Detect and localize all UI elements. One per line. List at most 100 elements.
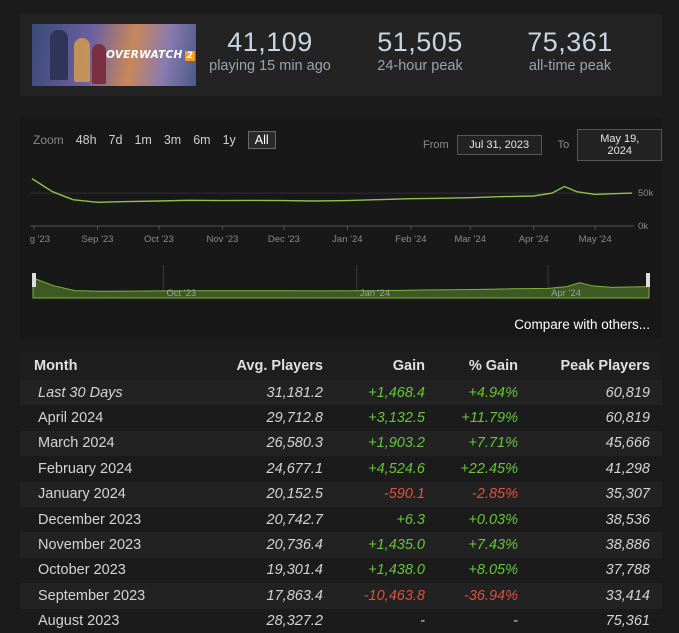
range-navigator[interactable]: Oct '23 Jan '24 Apr '24 [32, 265, 652, 301]
peak-players-cell: 60,819 [605, 384, 650, 401]
peak-players-cell: 75,361 [605, 613, 650, 630]
x-tick-label: Sep '23 [82, 234, 114, 245]
col-avg-players[interactable]: Avg. Players [210, 358, 323, 374]
day-peak-value: 51,505 [377, 27, 463, 57]
pct-gain-cell: +11.79% [461, 410, 518, 427]
zoom-all-button[interactable]: All [247, 131, 276, 149]
day-peak-label: 24-hour peak [377, 58, 463, 74]
table-header: Month Avg. Players Gain % Gain Peak Play… [20, 352, 662, 380]
x-tick-label: Jan '24 [332, 234, 362, 245]
all-time-peak-label: all-time peak [528, 58, 612, 74]
peak-players-cell: 38,886 [605, 537, 650, 554]
x-tick-label: Nov '23 [206, 234, 238, 245]
gain-cell: -590.1 [383, 486, 425, 503]
gain-cell: -10,463.8 [363, 587, 425, 604]
x-tick-label: Oct '23 [144, 234, 174, 245]
zoom-controls: Zoom 48h 7d 1m 3m 6m 1y All [33, 131, 282, 149]
avg-players-cell: 19,301.4 [266, 562, 323, 579]
gain-cell: +1,468.4 [368, 384, 425, 401]
col-gain[interactable]: Gain [323, 358, 425, 374]
pct-gain-cell: +22.45% [460, 460, 518, 477]
day-peak-stat: 51,505 24-hour peak [360, 28, 480, 74]
zoom-3m-button[interactable]: 3m [164, 133, 181, 147]
player-count-line [31, 178, 633, 204]
navigator-left-handle[interactable] [32, 273, 36, 287]
col-pct-gain[interactable]: % Gain [425, 358, 518, 374]
table-row: Last 30 Days 31,181.2 +1,468.4 +4.94% 60,819 [20, 380, 662, 406]
date-range: From Jul 31, 2023 To May 19, 2024 [423, 129, 663, 161]
gain-cell: +1,903.2 [368, 435, 425, 452]
zoom-48h-button[interactable]: 48h [76, 133, 97, 147]
x-tick-label: Dec '23 [268, 234, 300, 245]
game-logo: OVERWATCH 2 [106, 49, 196, 61]
zoom-7d-button[interactable]: 7d [109, 133, 123, 147]
month-cell: December 2023 [38, 511, 142, 528]
pct-gain-cell: +0.03% [468, 511, 518, 528]
hero-figure [50, 30, 68, 80]
pct-gain-cell: -36.94% [463, 587, 518, 604]
month-cell: January 2024 [38, 486, 126, 503]
avg-players-cell: 26,580.3 [266, 435, 323, 452]
avg-players-cell: 28,327.2 [266, 613, 323, 630]
month-cell: April 2024 [38, 410, 104, 427]
zoom-label: Zoom [33, 133, 64, 147]
all-time-peak-value: 75,361 [527, 27, 613, 57]
table-row: November 2023 20,736.4 +1,435.0 +7.43% 38,88… [20, 532, 662, 558]
navigator-right-handle[interactable] [646, 273, 650, 287]
month-cell: September 2023 [38, 587, 146, 604]
peak-players-cell: 33,414 [605, 587, 650, 604]
x-tick-label: May '24 [579, 234, 612, 245]
pct-gain-cell: +7.43% [468, 537, 518, 554]
x-tick-label: Feb '24 [395, 234, 426, 245]
table-row: August 2023 28,327.2 - - 75,361 [20, 608, 662, 633]
to-label: To [557, 139, 570, 151]
gain-cell: +1,438.0 [368, 562, 425, 579]
game-capsule-image[interactable]: OVERWATCH 2 [32, 24, 196, 86]
peak-players-cell: 35,307 [605, 486, 650, 503]
gain-cell: +1,435.0 [368, 537, 425, 554]
month-cell: March 2024 [38, 435, 115, 452]
x-tick-label: Mar '24 [455, 234, 486, 245]
col-month[interactable]: Month [20, 358, 210, 374]
table-row: September 2023 17,863.4 -10,463.8 -36.94% 33… [20, 583, 662, 609]
table-row: March 2024 26,580.3 +1,903.2 +7.71% 45,666 [20, 430, 662, 457]
navigator-date-label: Apr '24 [551, 288, 581, 299]
table-row: December 2023 20,742.7 +6.3 +0.03% 38,536 [20, 506, 662, 533]
month-cell: November 2023 [38, 537, 142, 554]
x-tick-label: Apr '24 [519, 234, 549, 245]
gain-cell: +4,524.6 [368, 460, 425, 477]
zoom-1y-button[interactable]: 1y [223, 133, 236, 147]
peak-players-cell: 60,819 [605, 410, 650, 427]
month-cell: August 2023 [38, 613, 120, 630]
to-date-input[interactable]: May 19, 2024 [577, 129, 663, 161]
avg-players-cell: 20,152.5 [266, 486, 323, 503]
pct-gain-cell: +4.94% [468, 384, 518, 401]
monthly-stats-table: Month Avg. Players Gain % Gain Peak Play… [20, 352, 662, 633]
pct-gain-cell: - [513, 613, 518, 630]
from-date-input[interactable]: Jul 31, 2023 [456, 135, 542, 155]
avg-players-cell: 20,742.7 [266, 511, 323, 528]
table-row: January 2024 20,152.5 -590.1 -2.85% 35,307 [20, 481, 662, 507]
avg-players-cell: 31,181.2 [266, 384, 323, 401]
gain-cell: +6.3 [396, 511, 425, 528]
peak-players-cell: 45,666 [605, 435, 650, 452]
pct-gain-cell: +7.71% [468, 435, 518, 452]
gain-cell: +3,132.5 [368, 410, 425, 427]
y-tick-label: 50k [638, 188, 654, 199]
compare-link[interactable]: Compare with others... [514, 317, 650, 332]
y-tick-label: 0k [638, 221, 648, 232]
from-label: From [423, 139, 449, 151]
current-players-label: playing 15 min ago [209, 58, 331, 74]
month-cell: Last 30 Days [38, 384, 123, 401]
navigator-date-label: Jan '24 [360, 288, 390, 299]
current-players-value: 41,109 [227, 27, 313, 57]
avg-players-cell: 29,712.8 [266, 410, 323, 427]
pct-gain-cell: +8.05% [468, 562, 518, 579]
col-peak-players[interactable]: Peak Players [518, 358, 651, 374]
month-cell: February 2024 [38, 460, 133, 477]
table-body: Last 30 Days 31,181.2 +1,468.4 +4.94% 60,819… [20, 380, 662, 633]
month-cell: October 2023 [38, 562, 126, 579]
main-line-chart[interactable]: 50k 0k Aug '23 Sep '23 Oct '23 Nov '23 Dec '2… [30, 168, 654, 250]
zoom-6m-button[interactable]: 6m [193, 133, 210, 147]
zoom-1m-button[interactable]: 1m [134, 133, 151, 147]
